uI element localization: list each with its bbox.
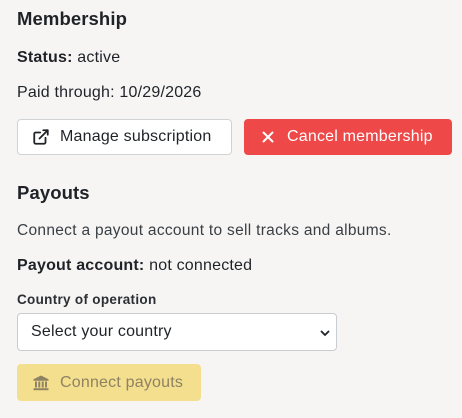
status-value: active — [77, 49, 121, 66]
payouts-heading: Payouts — [17, 182, 90, 203]
payouts-description: Connect a payout account to sell tracks … — [17, 222, 392, 239]
membership-heading: Membership — [17, 8, 127, 29]
manage-subscription-label: Manage subscription — [60, 128, 212, 145]
cancel-membership-label: Cancel membership — [287, 128, 433, 145]
country-label: Country of operation — [17, 292, 157, 307]
external-link-icon — [32, 128, 50, 146]
payout-account-line: Payout account: not connected — [17, 257, 252, 275]
payout-account-label: Payout account: — [17, 257, 145, 274]
connect-payouts-button[interactable]: Connect payouts — [17, 364, 201, 401]
chevron-down-icon — [319, 326, 331, 338]
bank-icon — [32, 374, 50, 392]
country-select-value: Select your country — [31, 323, 172, 340]
status-label: Status: — [17, 49, 73, 66]
payout-account-value: not connected — [149, 257, 253, 274]
status-line: Status: active — [17, 49, 120, 67]
manage-subscription-button[interactable]: Manage subscription — [17, 119, 232, 155]
connect-payouts-label: Connect payouts — [60, 373, 184, 391]
cancel-membership-button[interactable]: Cancel membership — [244, 119, 452, 155]
country-select[interactable]: Select your country — [17, 313, 337, 351]
close-icon — [259, 128, 277, 146]
paid-through-text: Paid through: 10/29/2026 — [17, 84, 202, 101]
